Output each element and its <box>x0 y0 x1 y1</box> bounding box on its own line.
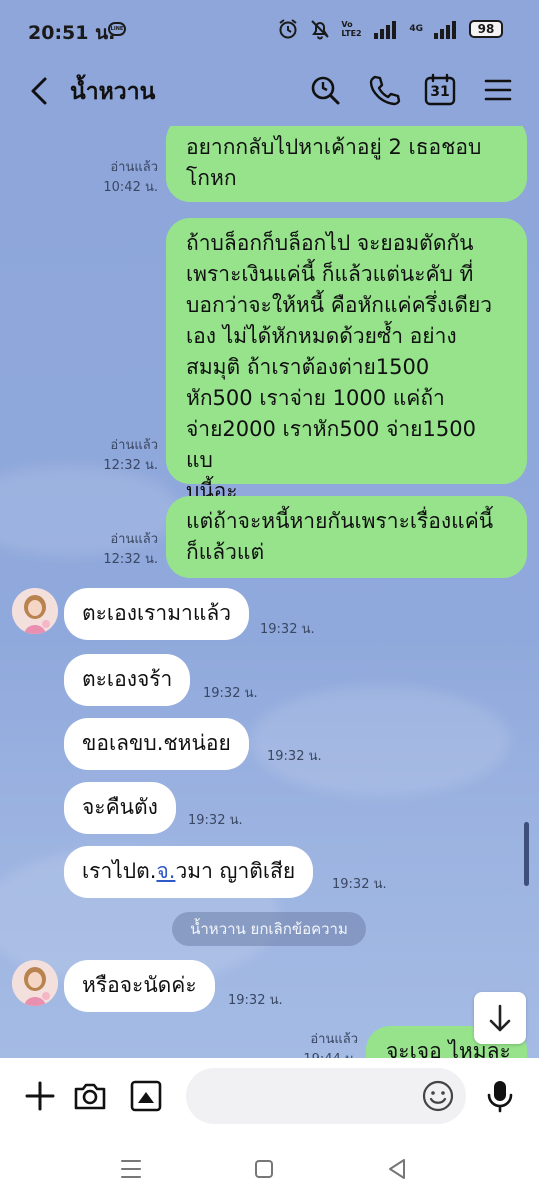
message-time: 19:32 น. <box>228 993 283 1008</box>
signal-icon-2 <box>434 21 456 39</box>
message-time: 12:32 น. <box>103 552 158 567</box>
back-nav-icon[interactable] <box>384 1156 410 1182</box>
read-receipt: อ่านแล้ว <box>310 1032 358 1047</box>
calendar-icon[interactable]: 31 <box>423 73 457 107</box>
chevron-left-icon[interactable] <box>26 76 54 106</box>
outgoing-message[interactable]: อยากกลับไปหาเค้าอยู่ 2 เธอชอบ โกหก อ่านแ… <box>0 126 539 206</box>
message-time: 19:44 น. <box>260 1050 358 1058</box>
read-receipt: อ่านแล้ว <box>110 532 158 547</box>
alarm-icon <box>279 19 297 39</box>
network-type: 4G <box>409 24 423 34</box>
message-time: 12:32 น. <box>103 458 158 473</box>
message-meta: อ่านแล้ว 12:32 น. <box>60 436 158 476</box>
network-label: Vo LTE2 <box>341 20 362 38</box>
message-meta: อ่านแล้ว 12:32 น. <box>60 530 158 570</box>
chat-title: น้ำหวาน <box>70 79 156 105</box>
message-line: ก็แล้วแต่ <box>186 540 265 564</box>
home-icon[interactable] <box>251 1156 277 1182</box>
image-icon[interactable] <box>128 1078 164 1114</box>
message-line: บอกว่าจะให้หนี้ คือหักแค่ครึ่งเดียว <box>186 293 493 317</box>
outgoing-bubble[interactable]: แต่ถ้าจะหนี้หายกันเพราะเรื่องแค่นี้ ก็แล… <box>166 496 527 578</box>
message-line: แต่ถ้าจะหนี้หายกันเพราะเรื่องแค่นี้ <box>186 509 494 533</box>
incoming-bubble[interactable]: ขอเลขบ.ชหน่อย <box>64 718 249 770</box>
outgoing-message[interactable]: ถ้าบล็อกก็บล็อกไป จะยอมตัดกัน เพราะเงินแ… <box>0 218 539 503</box>
incoming-bubble[interactable]: เราไปต.จ.วมา ญาติเสีย <box>64 846 314 898</box>
scroll-to-bottom-button[interactable] <box>474 992 526 1044</box>
message-time: 10:42 น. <box>103 180 158 195</box>
camera-icon[interactable] <box>72 1078 108 1114</box>
message-line: โกหก <box>186 166 237 190</box>
background-cloud <box>250 686 510 796</box>
message-line: เพราะเงินแค่นี้ ก็แล้วแต่นะคับ ที่ <box>186 262 474 286</box>
status-bar: 20:51 น. LINE Vo LTE2 4G 98 <box>0 0 539 56</box>
message-line: ถ้าบล็อกก็บล็อกไป จะยอมตัดกัน <box>186 231 474 255</box>
signal-icon <box>374 21 397 39</box>
mute-icon <box>311 20 330 40</box>
outgoing-bubble[interactable]: ถ้าบล็อกก็บล็อกไป จะยอมตัดกัน เพราะเงินแ… <box>166 218 527 503</box>
chat-header: น้ำหวาน 31 <box>0 56 539 126</box>
message-meta: อ่านแล้ว 19:44 น. <box>260 1030 358 1058</box>
message-text: วมา ญาติเสีย <box>175 859 296 883</box>
calendar-day: 31 <box>430 84 450 100</box>
outgoing-message[interactable]: แต่ถ้าจะหนี้หายกันเพราะเรื่องแค่นี้ ก็แล… <box>0 496 539 578</box>
message-line: จ่าย2000 เราหัก500 จ่าย1500 แบ <box>186 417 476 472</box>
status-time: 20:51 น. <box>28 22 116 44</box>
message-time: 19:32 น. <box>188 813 243 828</box>
recent-apps-icon[interactable] <box>118 1156 144 1182</box>
incoming-bubble[interactable]: ตะเองจร้า <box>64 654 191 706</box>
status-icons: Vo LTE2 4G 98 <box>277 18 503 40</box>
avatar-image <box>12 960 58 1006</box>
line-app-icon: LINE <box>108 22 126 36</box>
system-nav-bar <box>0 1138 539 1200</box>
message-text: เราไปต. <box>82 859 157 883</box>
plus-icon[interactable] <box>22 1078 58 1114</box>
system-notice: น้ำหวาน ยกเลิกข้อความ <box>172 912 366 946</box>
message-line: สมมุติ ถ้าเราต้องต่าย1500 <box>186 355 430 379</box>
avatar-image <box>12 588 58 634</box>
message-time: 19:32 น. <box>332 877 387 892</box>
message-time: 19:32 น. <box>203 686 258 701</box>
message-line: หัก500 เราจ่าย 1000 แค่ถ้า <box>186 386 445 410</box>
contact-avatar[interactable] <box>12 588 58 634</box>
scrollbar-thumb[interactable] <box>524 822 529 886</box>
message-meta: อ่านแล้ว 10:42 น. <box>60 158 158 198</box>
incoming-bubble[interactable]: ตะเองเรามาแล้ว <box>64 588 250 640</box>
message-line: เอง ไม่ได้หักหมดด้วยซ้ำ อย่าง <box>186 324 457 348</box>
message-time: 19:32 น. <box>260 622 315 637</box>
microphone-icon[interactable] <box>482 1078 518 1114</box>
read-receipt: อ่านแล้ว <box>110 438 158 453</box>
message-line: อยากกลับไปหาเค้าอยู่ 2 เธอชอบ <box>186 135 482 159</box>
emoji-icon[interactable] <box>420 1078 456 1114</box>
chat-area[interactable]: อยากกลับไปหาเค้าอยู่ 2 เธอชอบ โกหก อ่านแ… <box>0 126 539 1058</box>
battery-indicator: 98 <box>469 20 503 38</box>
message-input-bar <box>0 1058 539 1138</box>
incoming-bubble[interactable]: จะคืนตัง <box>64 782 176 834</box>
hamburger-menu-icon[interactable] <box>481 73 515 107</box>
outgoing-bubble[interactable]: อยากกลับไปหาเค้าอยู่ 2 เธอชอบ โกหก <box>166 126 527 202</box>
read-receipt: อ่านแล้ว <box>110 160 158 175</box>
message-link[interactable]: จ. <box>156 859 175 883</box>
arrow-down-icon <box>489 1004 511 1032</box>
message-time: 19:32 น. <box>267 749 322 764</box>
contact-avatar[interactable] <box>12 960 58 1006</box>
outgoing-message[interactable]: จะเจอ ไหมละ อ่านแล้ว 19:44 น. <box>0 1026 539 1058</box>
phone-icon[interactable] <box>367 73 401 107</box>
incoming-bubble[interactable]: หรือจะนัดค่ะ <box>64 960 215 1012</box>
search-icon[interactable] <box>308 73 342 107</box>
